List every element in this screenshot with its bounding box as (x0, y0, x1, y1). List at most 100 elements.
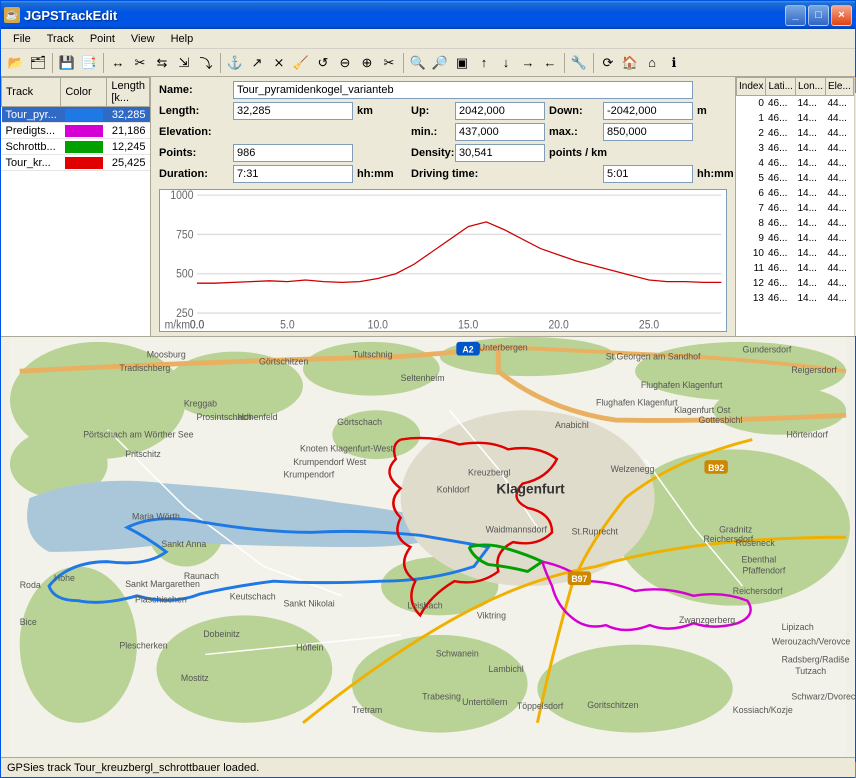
field-driving[interactable] (603, 165, 693, 183)
map-label: St.Ruprecht (572, 526, 619, 536)
menu-track[interactable]: Track (39, 31, 82, 47)
point-row[interactable]: 1246...14...44... (737, 276, 854, 291)
map-label: Pfaffendorf (743, 565, 786, 575)
map-label: Lipizach (782, 622, 814, 632)
track-row[interactable]: Predigts... 21,186 (2, 123, 150, 139)
points-panel: Index Lati... Lon... Ele... 046...14...4… (736, 77, 856, 336)
map-label: Knoten Klagenfurt-West (300, 443, 394, 453)
tracks-table[interactable]: Track Color Length [k... Tour_pyr... 32,… (1, 77, 150, 171)
track-length: 32,285 (107, 107, 150, 123)
map-label: Radsberg/Radiše (782, 654, 850, 664)
app-icon: ☕ (4, 7, 20, 23)
svg-text:15.0: 15.0 (458, 319, 478, 331)
join-icon[interactable]: ⤵ (195, 52, 217, 74)
point-row[interactable]: 646...14...44... (737, 186, 854, 201)
points-header-lon[interactable]: Lon... (795, 78, 825, 96)
field-density[interactable] (455, 144, 545, 162)
info-icon[interactable]: ℹ (663, 52, 685, 74)
menu-point[interactable]: Point (82, 31, 123, 47)
map-label: Maria Wörth (132, 512, 180, 522)
field-up[interactable] (455, 102, 545, 120)
point-row[interactable]: 1146...14...44... (737, 261, 854, 276)
points-table[interactable]: Index Lati... Lon... Ele... 046...14...4… (736, 77, 854, 306)
refresh-icon[interactable]: ⟳ (597, 52, 619, 74)
map-label: Tutzach (795, 666, 826, 676)
point-row[interactable]: 1046...14...44... (737, 246, 854, 261)
titlebar[interactable]: ☕ JGPSTrackEdit _ □ × (1, 1, 855, 29)
zoom-out-icon[interactable]: 🔎 (429, 52, 451, 74)
svg-text:m/km0.0: m/km0.0 (165, 319, 205, 331)
field-duration[interactable] (233, 165, 353, 183)
close-button[interactable]: × (831, 5, 852, 26)
minimize-button[interactable]: _ (785, 5, 806, 26)
point-row[interactable]: 546...14...44... (737, 171, 854, 186)
add-icon[interactable]: ⊕ (356, 52, 378, 74)
field-length[interactable] (233, 102, 353, 120)
field-points[interactable] (233, 144, 353, 162)
menu-file[interactable]: File (5, 31, 39, 47)
point-row[interactable]: 746...14...44... (737, 201, 854, 216)
home2-icon[interactable]: ⌂ (641, 52, 663, 74)
point-row[interactable]: 146...14...44... (737, 111, 854, 126)
arrow-right-icon[interactable]: → (517, 52, 539, 74)
maximize-button[interactable]: □ (808, 5, 829, 26)
save-icon[interactable]: 💾 (56, 52, 78, 74)
tracks-header-length[interactable]: Length [k... (107, 78, 150, 107)
track-row[interactable]: Tour_pyr... 32,285 (2, 107, 150, 123)
arrow-up-icon[interactable]: ↑ (473, 52, 495, 74)
cut-icon[interactable]: ✂ (378, 52, 400, 74)
move-icon[interactable]: ↗ (246, 52, 268, 74)
split-icon[interactable]: ✂ (129, 52, 151, 74)
map-label: Leisbach (407, 601, 442, 611)
menu-view[interactable]: View (123, 31, 163, 47)
merge-icon[interactable]: ⇆ (151, 52, 173, 74)
settings-icon[interactable]: 🔧 (568, 52, 590, 74)
compress-icon[interactable]: ⇲ (173, 52, 195, 74)
menu-help[interactable]: Help (163, 31, 202, 47)
elevation-chart[interactable]: 25050075010000.05.010.015.020.025.0m/km0… (159, 189, 727, 332)
tracks-header-name[interactable]: Track (2, 78, 61, 107)
point-row[interactable]: 446...14...44... (737, 156, 854, 171)
map-label: Bice (20, 617, 37, 627)
label-density: Density: (411, 147, 451, 159)
reverse-icon[interactable]: ↔ (107, 52, 129, 74)
clean-icon[interactable]: 🧹 (290, 52, 312, 74)
home-icon[interactable]: 🏠 (619, 52, 641, 74)
point-row[interactable]: 046...14...44... (737, 96, 854, 111)
svg-text:750: 750 (176, 229, 193, 242)
field-min[interactable] (455, 123, 545, 141)
points-header-index[interactable]: Index (737, 78, 766, 96)
svg-text:25.0: 25.0 (639, 319, 659, 331)
field-down[interactable] (603, 102, 693, 120)
undo-icon[interactable]: ↺ (312, 52, 334, 74)
delete-point-icon[interactable]: ⨯ (268, 52, 290, 74)
zoom-in-icon[interactable]: 🔍 (407, 52, 429, 74)
point-row[interactable]: 246...14...44... (737, 126, 854, 141)
map-label: Plescherken (119, 641, 167, 651)
points-header-lat[interactable]: Lati... (766, 78, 795, 96)
arrow-down-icon[interactable]: ↓ (495, 52, 517, 74)
point-row[interactable]: 346...14...44... (737, 141, 854, 156)
svg-text:1000: 1000 (170, 190, 193, 202)
field-max[interactable] (603, 123, 693, 141)
arrow-left-icon[interactable]: ← (539, 52, 561, 74)
track-row[interactable]: Tour_kr... 25,425 (2, 155, 150, 171)
tracks-header-color[interactable]: Color (61, 78, 107, 107)
points-header-ele[interactable]: Ele... (825, 78, 853, 96)
minus-icon[interactable]: ⊖ (334, 52, 356, 74)
folder-tree-icon[interactable]: 🗂 (27, 52, 49, 74)
map-view[interactable]: MoosburgGörtschitzenTultschnigUnterberge… (1, 337, 855, 757)
point-row[interactable]: 846...14...44... (737, 216, 854, 231)
anchor-icon[interactable]: ⚓ (224, 52, 246, 74)
field-name[interactable] (233, 81, 693, 99)
label-down: Down: (549, 105, 599, 117)
folder-open-icon[interactable]: 📂 (5, 52, 27, 74)
save-all-icon[interactable]: 📑 (78, 52, 100, 74)
track-row[interactable]: Schrottb... 12,245 (2, 139, 150, 155)
fit-icon[interactable]: ▣ (451, 52, 473, 74)
map-label: Moosburg (147, 350, 186, 360)
track-length: 12,245 (107, 139, 150, 155)
label-duration: Duration: (159, 168, 229, 180)
point-row[interactable]: 946...14...44... (737, 231, 854, 246)
point-row[interactable]: 1346...14...44... (737, 291, 854, 306)
